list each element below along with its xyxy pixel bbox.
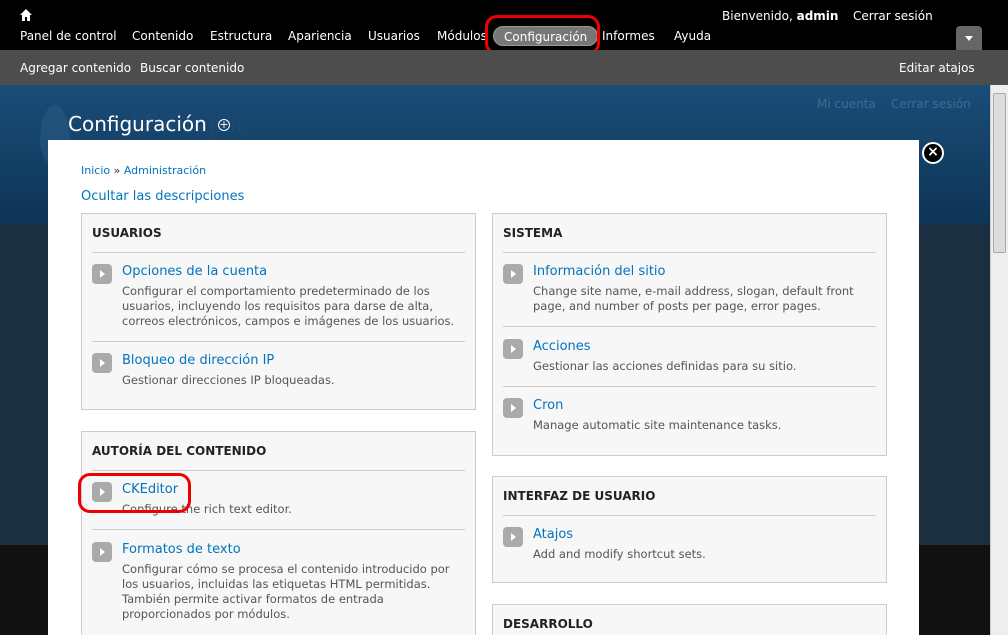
atajos-link[interactable]: Atajos [533, 527, 573, 542]
block-title: SISTEMA [503, 226, 563, 240]
arrow-right-icon [503, 527, 523, 547]
formatos-texto-link[interactable]: Formatos de texto [122, 542, 241, 557]
item-description: Configurar el comportamiento predetermin… [122, 284, 455, 328]
shortcut-buscar-contenido[interactable]: Buscar contenido [140, 61, 244, 75]
divider [503, 252, 876, 253]
username[interactable]: admin [797, 9, 839, 23]
menu-informes[interactable]: Informes [602, 26, 655, 46]
shortcuts-toggle-button[interactable] [956, 26, 982, 50]
highlight-ckeditor [78, 473, 191, 513]
bloqueo-ip-link[interactable]: Bloqueo de dirección IP [122, 353, 274, 368]
item-description: Gestionar direcciones IP bloqueadas. [122, 373, 335, 387]
item-description: Gestionar las acciones definidas para su… [533, 359, 797, 373]
list-item: Opciones de la cuenta Configurar el comp… [92, 260, 465, 340]
divider [92, 470, 465, 471]
bg-logout-link: Cerrar sesión [891, 97, 971, 111]
menu-apariencia[interactable]: Apariencia [288, 26, 352, 46]
breadcrumb-administracion[interactable]: Administración [124, 164, 206, 177]
item-description: Configurar cómo se procesa el contenido … [122, 562, 450, 621]
block-desarrollo: DESARROLLO [492, 604, 887, 635]
scrollbar[interactable] [990, 85, 1008, 635]
block-title: DESARROLLO [503, 617, 593, 631]
divider [503, 515, 876, 516]
breadcrumb-separator: » [113, 164, 121, 177]
highlight-configuracion [485, 15, 600, 55]
arrow-right-icon [503, 264, 523, 284]
arrow-right-icon [92, 264, 112, 284]
shortcuts-bar: Agregar contenido Buscar contenido Edita… [0, 50, 1008, 85]
arrow-right-icon [503, 339, 523, 359]
item-description: Add and modify shortcut sets. [533, 547, 706, 561]
block-title: AUTORÍA DEL CONTENIDO [92, 444, 267, 458]
list-item: Acciones Gestionar las acciones definida… [503, 335, 876, 385]
block-usuarios: USUARIOS Opciones de la cuenta Configura… [81, 213, 476, 410]
home-icon[interactable] [19, 8, 33, 22]
overlay-title: Configuración [68, 112, 207, 136]
my-account-link: Mi cuenta [817, 97, 876, 111]
scrollbar-thumb[interactable] [993, 93, 1006, 253]
arrow-right-icon [92, 542, 112, 562]
item-description: Manage automatic site maintenance tasks. [533, 418, 782, 432]
logout-link[interactable]: Cerrar sesión [853, 9, 933, 23]
list-item: Información del sitio Change site name, … [503, 260, 876, 325]
block-interfaz-usuario: INTERFAZ DE USUARIO Atajos Add and modif… [492, 476, 887, 583]
acciones-link[interactable]: Acciones [533, 339, 591, 354]
divider [92, 529, 465, 530]
menu-estructura[interactable]: Estructura [210, 26, 272, 46]
arrow-right-icon [92, 353, 112, 373]
opciones-cuenta-link[interactable]: Opciones de la cuenta [122, 264, 267, 279]
hide-descriptions-link[interactable]: Ocultar las descripciones [81, 189, 244, 204]
shortcut-agregar-contenido[interactable]: Agregar contenido [20, 61, 131, 75]
block-autoria: AUTORÍA DEL CONTENIDO CKEditor Configure… [81, 431, 476, 635]
menu-panel-de-control[interactable]: Panel de control [20, 26, 117, 46]
item-description: Change site name, e-mail address, slogan… [533, 284, 854, 313]
overlay-panel: Inicio » Administración Ocultar las desc… [48, 140, 919, 635]
close-icon[interactable]: × [922, 142, 944, 164]
divider [503, 386, 876, 387]
menu-ayuda[interactable]: Ayuda [674, 26, 711, 46]
breadcrumb: Inicio » Administración [81, 164, 206, 177]
welcome-text: Bienvenido, admin [722, 9, 839, 23]
block-title: INTERFAZ DE USUARIO [503, 489, 656, 503]
add-shortcut-icon[interactable]: + [218, 119, 230, 131]
menu-contenido[interactable]: Contenido [132, 26, 193, 46]
divider [92, 252, 465, 253]
informacion-sitio-link[interactable]: Información del sitio [533, 264, 665, 279]
list-item: Cron Manage automatic site maintenance t… [503, 394, 876, 444]
divider [503, 326, 876, 327]
edit-shortcuts-link[interactable]: Editar atajos [899, 61, 975, 75]
divider [92, 341, 465, 342]
list-item: Bloqueo de dirección IP Gestionar direcc… [92, 349, 465, 399]
block-sistema: SISTEMA Información del sitio Change sit… [492, 213, 887, 456]
arrow-right-icon [503, 398, 523, 418]
breadcrumb-inicio[interactable]: Inicio [81, 164, 110, 177]
block-title: USUARIOS [92, 226, 162, 240]
list-item: Formatos de texto Configurar cómo se pro… [92, 538, 465, 628]
menu-modulos[interactable]: Módulos [437, 26, 487, 46]
menu-usuarios[interactable]: Usuarios [368, 26, 420, 46]
list-item: Atajos Add and modify shortcut sets. [503, 523, 876, 573]
cron-link[interactable]: Cron [533, 398, 563, 413]
